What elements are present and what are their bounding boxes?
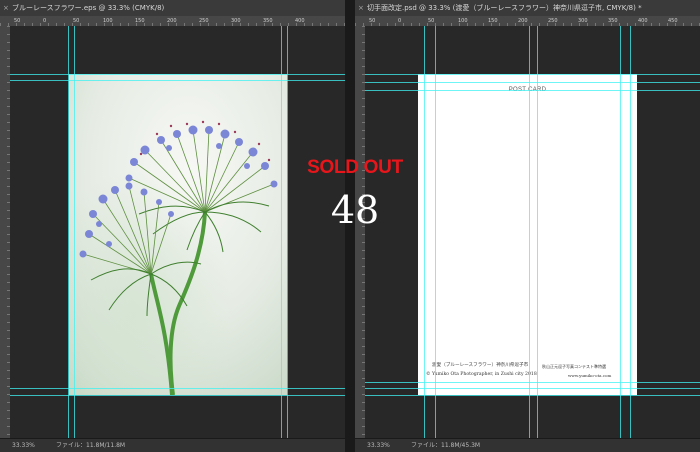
left-status-bar: 33.33% ファイル：11.8M/11.8M [0,438,345,452]
guide-vertical[interactable] [630,26,631,439]
caption-website: www.yumiko-ota.com [568,373,612,378]
ruler-number: 250 [199,18,209,24]
item-number: 48 [330,188,380,232]
ruler-number: 150 [135,18,145,24]
ruler-number: 300 [578,18,588,24]
ruler-number: 450 [668,18,678,24]
guide-vertical[interactable] [287,26,288,439]
guide-horizontal[interactable] [365,74,700,75]
ruler-number: 0 [43,18,47,24]
sold-out-label: SOLD OUT [307,157,403,178]
ruler-number: 350 [608,18,618,24]
ruler-number: 0 [398,18,402,24]
ruler-number: 350 [263,18,273,24]
guide-vertical[interactable] [281,26,282,439]
ruler-number: 200 [518,18,528,24]
horizontal-ruler[interactable]: 50 0 50 100 150 200 250 300 350 400 [0,16,345,26]
ruler-number: 400 [295,18,305,24]
ruler-number: 100 [458,18,468,24]
guide-vertical[interactable] [529,26,530,439]
guide-horizontal[interactable] [365,395,700,396]
guide-horizontal[interactable] [10,388,345,389]
ruler-number: 300 [231,18,241,24]
guide-horizontal[interactable] [365,388,700,389]
file-size: ファイル：11.8M/11.8M [56,442,126,449]
right-status-bar: 33.33% ファイル：11.8M/45.3M [355,438,700,452]
guide-vertical[interactable] [68,26,69,439]
vertical-ruler[interactable] [0,26,10,439]
caption-copyright: © Yumiko Ota Photographer, in Zushi city… [426,372,537,377]
caption-title: 渡愛（ブルーレースフラワー）神奈川県逗子市 [432,363,529,368]
caption-award: 秋山正元逗子写真コンテスト準特選 [542,364,606,369]
left-document-title: ブルーレースフラワー.eps @ 33.3% (CMYK/8) [12,4,165,12]
zoom-level[interactable]: 33.33% [367,439,390,452]
ruler-number: 250 [548,18,558,24]
ruler-number: 50 [428,18,435,24]
guide-horizontal[interactable] [10,80,345,81]
right-canvas[interactable]: POST CARD 渡愛（ブルーレースフラワー）神奈川県逗子市 秋山正元逗子写真… [365,26,700,439]
guide-horizontal[interactable] [10,395,345,396]
ruler-number: 100 [103,18,113,24]
guide-vertical[interactable] [620,26,621,439]
ruler-number: 50 [14,18,21,24]
ruler-number: 400 [638,18,648,24]
guide-horizontal[interactable] [365,382,700,383]
guide-horizontal[interactable] [365,82,700,83]
zoom-level[interactable]: 33.33% [12,439,35,452]
postcard-page: POST CARD 渡愛（ブルーレースフラワー）神奈川県逗子市 秋山正元逗子写真… [418,74,637,395]
file-size: ファイル：11.8M/45.3M [411,442,481,449]
blue-lace-flower-image [69,74,287,395]
ruler-number: 50 [369,18,376,24]
guide-vertical[interactable] [424,26,425,439]
right-document-tab[interactable]: × 切手面改定.psd @ 33.3% (渡愛（ブルーレースフラワー）神奈川県逗… [355,0,700,17]
close-tab-icon[interactable]: × [3,0,9,16]
ruler-number: 50 [73,18,80,24]
left-canvas[interactable] [10,26,345,439]
vertical-ruler[interactable] [355,26,365,439]
guide-horizontal[interactable] [365,90,700,91]
close-tab-icon[interactable]: × [358,0,364,16]
guide-vertical[interactable] [74,26,75,439]
left-document-tab[interactable]: × ブルーレースフラワー.eps @ 33.3% (CMYK/8) [0,0,345,17]
guide-vertical[interactable] [537,26,538,439]
horizontal-ruler[interactable]: 50 0 50 100 150 200 250 300 350 400 450 [355,16,700,26]
ruler-number: 150 [488,18,498,24]
guide-horizontal[interactable] [10,74,345,75]
flower-photo [69,74,287,395]
guide-vertical[interactable] [435,26,436,439]
right-document-title: 切手面改定.psd @ 33.3% (渡愛（ブルーレースフラワー）神奈川県逗子市… [367,4,642,12]
ruler-number: 200 [167,18,177,24]
